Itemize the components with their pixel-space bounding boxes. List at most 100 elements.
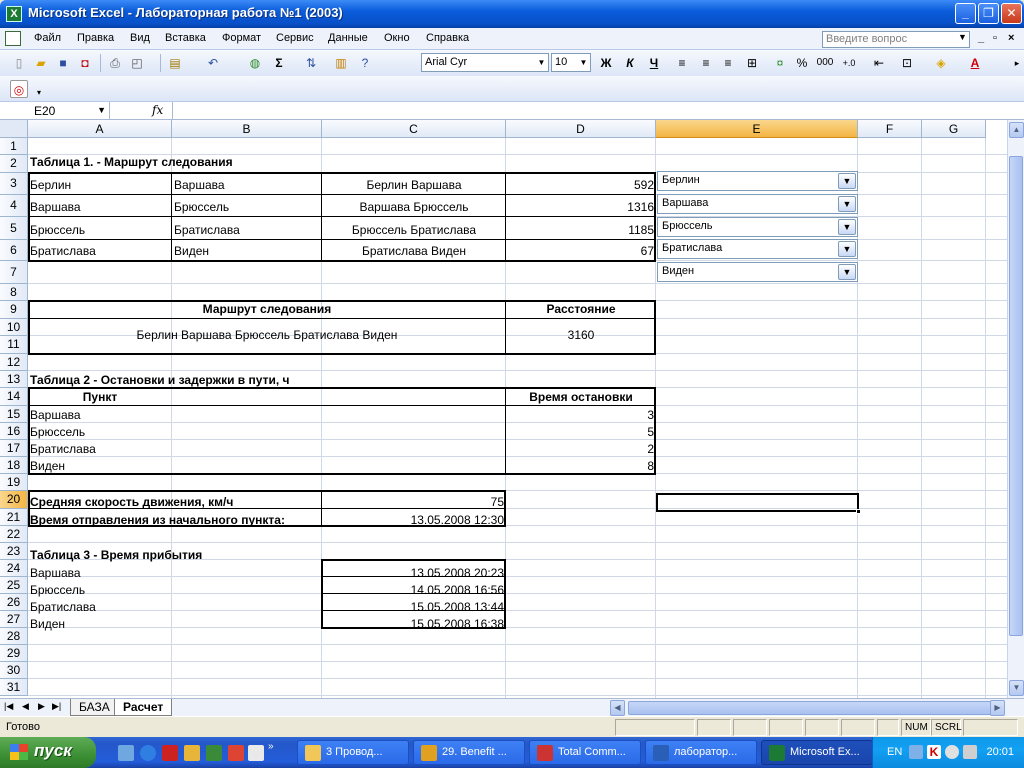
column-header-a[interactable]: A <box>28 120 172 138</box>
table1-cell[interactable]: Варшава <box>172 177 227 193</box>
menu-tools[interactable]: Сервис <box>276 32 314 44</box>
ask-question-input[interactable]: Введите вопрос <box>822 31 970 48</box>
column-header-e[interactable]: E <box>656 120 858 138</box>
departure-value[interactable]: 13.05.2008 12:30 <box>322 512 506 528</box>
row-header[interactable]: 7 <box>0 261 28 284</box>
sort-ascending-icon[interactable]: ⇅ <box>302 54 320 72</box>
chart-wizard-icon[interactable]: ▥ <box>332 54 350 72</box>
chevron-down-icon[interactable]: ▼ <box>838 173 856 189</box>
selected-cell[interactable] <box>656 493 859 512</box>
merge-center-icon[interactable]: ⊞ <box>743 54 761 72</box>
city-combo[interactable]: Брюссель ▼ <box>657 217 858 237</box>
start-button[interactable]: пуск <box>0 737 96 768</box>
table3-cell[interactable]: 15.05.2008 16:38 <box>322 616 506 632</box>
row-header[interactable]: 28 <box>0 628 28 645</box>
route-header[interactable]: Маршрут следования <box>28 301 506 317</box>
sheet-tab-raschet[interactable]: Расчет <box>114 699 173 716</box>
table1-cell[interactable]: Виден <box>172 243 211 259</box>
undo-icon[interactable]: ↶ <box>204 54 222 72</box>
table1-cell[interactable]: Брюссель <box>172 199 231 215</box>
align-center-icon[interactable]: ≡ <box>697 54 715 72</box>
tray-app-icon[interactable] <box>945 745 959 759</box>
row-header[interactable]: 24 <box>0 560 28 577</box>
open-icon[interactable]: ▰ <box>32 54 50 72</box>
table1-cell[interactable]: Брюссель Братислава <box>322 222 506 238</box>
menu-window[interactable]: Окно <box>384 32 410 44</box>
row-header[interactable]: 22 <box>0 526 28 543</box>
table2-cell[interactable]: 5 <box>506 424 656 440</box>
row-header[interactable]: 2 <box>0 155 28 173</box>
chevron-down-icon[interactable]: ▼ <box>838 219 856 235</box>
print-preview-icon[interactable]: ◰ <box>128 54 146 72</box>
task-button[interactable]: Total Comm... <box>529 740 641 765</box>
first-sheet-icon[interactable]: |◀ <box>4 701 13 712</box>
distance-value[interactable]: 3160 <box>506 327 656 343</box>
vertical-scroll-thumb[interactable] <box>1009 156 1023 636</box>
menu-help[interactable]: Справка <box>426 32 469 44</box>
task-button-active[interactable]: Microsoft Ex... <box>761 740 873 765</box>
indent-icon[interactable]: ⇤ <box>870 54 888 72</box>
row-header[interactable]: 15 <box>0 406 28 423</box>
horizontal-scroll-thumb[interactable] <box>628 701 993 715</box>
chevron-down-icon[interactable]: ▼ <box>578 55 589 70</box>
column-header-d[interactable]: D <box>506 120 656 138</box>
sheet-tab-baza[interactable]: БАЗА <box>70 699 119 716</box>
toolbar-options-icon[interactable]: ▸ <box>1008 54 1024 72</box>
row-header[interactable]: 12 <box>0 354 28 371</box>
formula-input[interactable] <box>172 102 1024 120</box>
table2-cell[interactable]: Виден <box>28 458 67 474</box>
chevron-down-icon[interactable]: ▼ <box>97 105 106 115</box>
italic-button[interactable]: К <box>621 54 639 72</box>
row-header[interactable]: 31 <box>0 679 28 696</box>
table1-cell[interactable]: Брюссель <box>28 222 87 238</box>
table1-cell[interactable]: Варшава Брюссель <box>322 199 506 215</box>
align-left-icon[interactable]: ≡ <box>673 54 691 72</box>
table1-cell[interactable]: Братислава <box>28 243 98 259</box>
row-header[interactable]: 10 <box>0 319 28 336</box>
row-header[interactable]: 4 <box>0 195 28 217</box>
table2-cell[interactable]: Варшава <box>28 407 83 423</box>
hyperlink-icon[interactable]: ◍ <box>246 54 264 72</box>
table1-cell[interactable]: Братислава Виден <box>322 243 506 259</box>
close-button[interactable]: ✕ <box>1001 3 1022 24</box>
table1-cell[interactable]: Берлин <box>28 177 73 193</box>
paste-icon[interactable]: ▤ <box>166 54 184 72</box>
row-header[interactable]: 3 <box>0 173 28 195</box>
row-header[interactable]: 26 <box>0 594 28 611</box>
menu-view[interactable]: Вид <box>130 32 150 44</box>
table1-cell[interactable]: 67 <box>506 243 656 259</box>
table3-cell[interactable]: Брюссель <box>28 582 87 598</box>
ie-icon[interactable] <box>140 745 156 761</box>
print-icon[interactable]: ⎙ <box>106 54 124 72</box>
route-value[interactable]: Берлин Варшава Брюссель Братислава Виден <box>28 327 506 343</box>
row-header[interactable]: 8 <box>0 284 28 301</box>
font-size-select[interactable]: 10 ▼ <box>551 53 591 72</box>
insert-function-icon[interactable]: fx <box>152 103 163 117</box>
table2-cell[interactable]: 3 <box>506 407 656 423</box>
column-header-b[interactable]: B <box>172 120 322 138</box>
select-all-corner[interactable] <box>0 120 28 138</box>
task-button[interactable]: лаборатор... <box>645 740 757 765</box>
scroll-up-icon[interactable]: ▲ <box>1009 122 1024 138</box>
table2-time-header[interactable]: Время остановки <box>506 389 656 405</box>
table3-cell[interactable]: 14.05.2008 16:56 <box>322 582 506 598</box>
autosum-icon[interactable]: Σ <box>270 54 288 72</box>
row-header[interactable]: 25 <box>0 577 28 594</box>
city-combo[interactable]: Берлин ▼ <box>657 171 858 191</box>
doc-close-button[interactable]: × <box>1008 32 1014 44</box>
fill-color-icon[interactable]: ◈ <box>932 54 950 72</box>
table2-cell[interactable]: 2 <box>506 441 656 457</box>
distance-header[interactable]: Расстояние <box>506 301 656 317</box>
ask-dropdown-icon[interactable]: ▼ <box>958 32 967 42</box>
table2-point-header[interactable]: Пункт <box>28 389 172 405</box>
thousands-button[interactable]: 000 <box>816 54 834 72</box>
chevron-down-icon[interactable]: ▼ <box>838 241 856 257</box>
row-header[interactable]: 19 <box>0 474 28 491</box>
row-header[interactable]: 27 <box>0 611 28 628</box>
vertical-scrollbar[interactable]: ▲ ▼ <box>1007 120 1024 698</box>
clock[interactable]: 20:01 <box>986 746 1014 758</box>
chevron-down-icon[interactable]: ▼ <box>536 55 547 70</box>
row-header[interactable]: 5 <box>0 217 28 240</box>
menu-data[interactable]: Данные <box>328 32 368 44</box>
horizontal-scrollbar[interactable]: ◀ ▶ <box>610 700 1006 716</box>
